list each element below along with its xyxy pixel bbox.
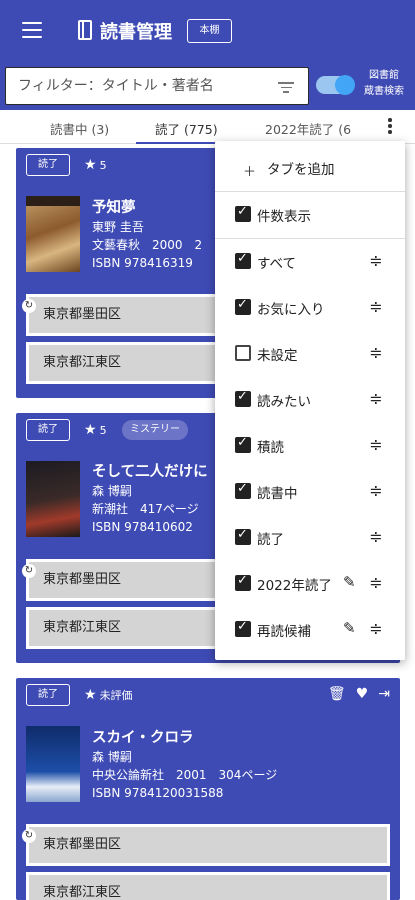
app-title: 読書管理: [100, 22, 172, 43]
drag-handle-icon[interactable]: ≑: [367, 481, 385, 501]
show-count-label: 件数表示: [257, 209, 311, 225]
star-icon: ★: [84, 687, 97, 703]
pencil-icon[interactable]: ✎: [343, 619, 356, 637]
menu-tab-label: お気に入り: [257, 302, 325, 318]
tab-settings-menu: ＋ タブを追加 件数表示 すべて ≑ お気に入り ≑ 未設定 ≑ 読みたい ≑ …: [215, 141, 405, 660]
tab-2022-finished[interactable]: 2022年読了 (6: [265, 119, 351, 138]
book-isbn: ISBN 978410602: [92, 520, 193, 534]
refresh-icon[interactable]: ↻: [22, 299, 36, 313]
checkbox-checked[interactable]: [235, 481, 251, 499]
menu-tab-item[interactable]: 2022年読了 ✎ ≑: [215, 561, 405, 607]
menu-tab-item[interactable]: 再読候補 ✎ ≑: [215, 607, 405, 653]
book-title: スカイ・クロラ: [92, 730, 194, 746]
library-row[interactable]: 東京都墨田区: [26, 824, 390, 866]
open-icon[interactable]: ⇥: [378, 686, 390, 702]
drag-handle-icon[interactable]: ≑: [367, 573, 385, 593]
genre-chip[interactable]: ミステリー: [122, 420, 188, 440]
checkbox-checked[interactable]: [235, 297, 251, 315]
show-count-item[interactable]: 件数表示: [215, 192, 405, 238]
refresh-icon[interactable]: ↻: [22, 829, 36, 843]
menu-tab-label: すべて: [257, 256, 297, 272]
menu-tab-label: 読みたい: [257, 394, 311, 410]
drag-handle-icon[interactable]: ≑: [367, 297, 385, 317]
menu-tab-label: 2022年読了: [257, 578, 332, 594]
checkbox-checked[interactable]: [235, 389, 251, 407]
status-chip[interactable]: 読了: [26, 154, 70, 176]
book-publisher: 新潮社 417ページ: [92, 502, 199, 516]
drag-handle-icon[interactable]: ≑: [367, 251, 385, 271]
menu-tab-label: 未設定: [257, 348, 298, 364]
filter-box: [5, 67, 309, 105]
book-title: 予知夢: [92, 200, 136, 216]
star-icon: ★: [84, 157, 97, 173]
book-publisher: 文藝春秋 2000 2: [92, 238, 203, 252]
plus-icon: ＋: [243, 165, 257, 180]
checkbox-checked[interactable]: [235, 619, 251, 637]
book-publisher: 中央公論新社 2001 304ページ: [92, 768, 278, 782]
tab-reading[interactable]: 読書中 (3): [50, 119, 109, 138]
book-title: そして二人だけに: [92, 464, 208, 480]
book-author: 東野 圭吾: [92, 220, 144, 234]
book-icon: [78, 20, 92, 40]
checkbox-checked[interactable]: [235, 435, 251, 453]
checkbox-unchecked[interactable]: [235, 345, 251, 361]
filter-bar: 図書館蔵書検索: [0, 60, 415, 110]
checkbox-checked[interactable]: [235, 251, 251, 269]
status-chip[interactable]: 読了: [26, 419, 70, 441]
drag-handle-icon[interactable]: ≑: [367, 619, 385, 639]
rating: ★ 5: [84, 157, 107, 173]
rating: ★ 5: [84, 422, 107, 438]
toggle-knob: [335, 75, 355, 95]
more-vert-icon[interactable]: [387, 118, 393, 136]
checkbox-checked[interactable]: [235, 204, 251, 222]
filter-input[interactable]: [18, 76, 273, 96]
delete-icon[interactable]: 🗑: [328, 686, 346, 702]
book-card[interactable]: 読了 ★ 未評価 🗑 ♥ ⇥ スカイ・クロラ 森 博嗣 中央公論新社 2001 304…: [16, 678, 400, 900]
menu-tab-label: 再読候補: [257, 624, 311, 640]
checkbox-checked[interactable]: [235, 527, 251, 545]
checkbox-checked[interactable]: [235, 573, 251, 591]
tab-bar: 読書中 (3) 読了 (775) 2022年読了 (6: [0, 110, 415, 144]
shelf-button[interactable]: 本棚: [187, 19, 232, 43]
filter-icon[interactable]: [278, 82, 294, 94]
book-isbn: ISBN 9784120031588: [92, 786, 224, 800]
drag-handle-icon[interactable]: ≑: [367, 343, 385, 363]
add-tab-label: タブを追加: [267, 162, 335, 178]
menu-tab-item[interactable]: 読みたい ≑: [215, 377, 405, 423]
app-bar: 読書管理 本棚: [0, 0, 415, 60]
drag-handle-icon[interactable]: ≑: [367, 435, 385, 455]
add-tab-item[interactable]: ＋ タブを追加: [215, 145, 405, 191]
menu-tab-item[interactable]: 未設定 ≑: [215, 331, 405, 377]
menu-tab-item[interactable]: すべて ≑: [215, 239, 405, 285]
library-row[interactable]: 東京都江東区: [26, 872, 390, 900]
star-icon: ★: [84, 422, 97, 438]
hamburger-icon[interactable]: [22, 22, 42, 38]
pencil-icon[interactable]: ✎: [343, 573, 356, 591]
library-search-toggle[interactable]: [316, 75, 355, 95]
menu-tab-label: 読了: [257, 532, 284, 548]
menu-tab-label: 読書中: [257, 486, 298, 502]
cover-band: [26, 196, 80, 206]
status-chip[interactable]: 読了: [26, 684, 70, 706]
menu-tab-item[interactable]: お気に入り ≑: [215, 285, 405, 331]
tab-finished[interactable]: 読了 (775): [155, 119, 218, 138]
heart-icon[interactable]: ♥: [356, 686, 369, 702]
menu-tab-label: 積読: [257, 440, 284, 456]
book-author: 森 博嗣: [92, 750, 132, 764]
menu-tab-item[interactable]: 積読 ≑: [215, 423, 405, 469]
book-cover: [26, 196, 80, 272]
book-isbn: ISBN 978416319: [92, 256, 193, 270]
rating: ★ 未評価: [84, 687, 133, 703]
book-cover: [26, 461, 80, 537]
library-search-label: 図書館 蔵書検索: [364, 70, 404, 97]
book-author: 森 博嗣: [92, 484, 132, 498]
drag-handle-icon[interactable]: ≑: [367, 527, 385, 547]
refresh-icon[interactable]: ↻: [22, 564, 36, 578]
menu-tab-item[interactable]: 読書中 ≑: [215, 469, 405, 515]
book-cover: [26, 726, 80, 802]
menu-tab-item[interactable]: 読了 ≑: [215, 515, 405, 561]
drag-handle-icon[interactable]: ≑: [367, 389, 385, 409]
card-actions: 🗑 ♥ ⇥: [318, 686, 390, 702]
